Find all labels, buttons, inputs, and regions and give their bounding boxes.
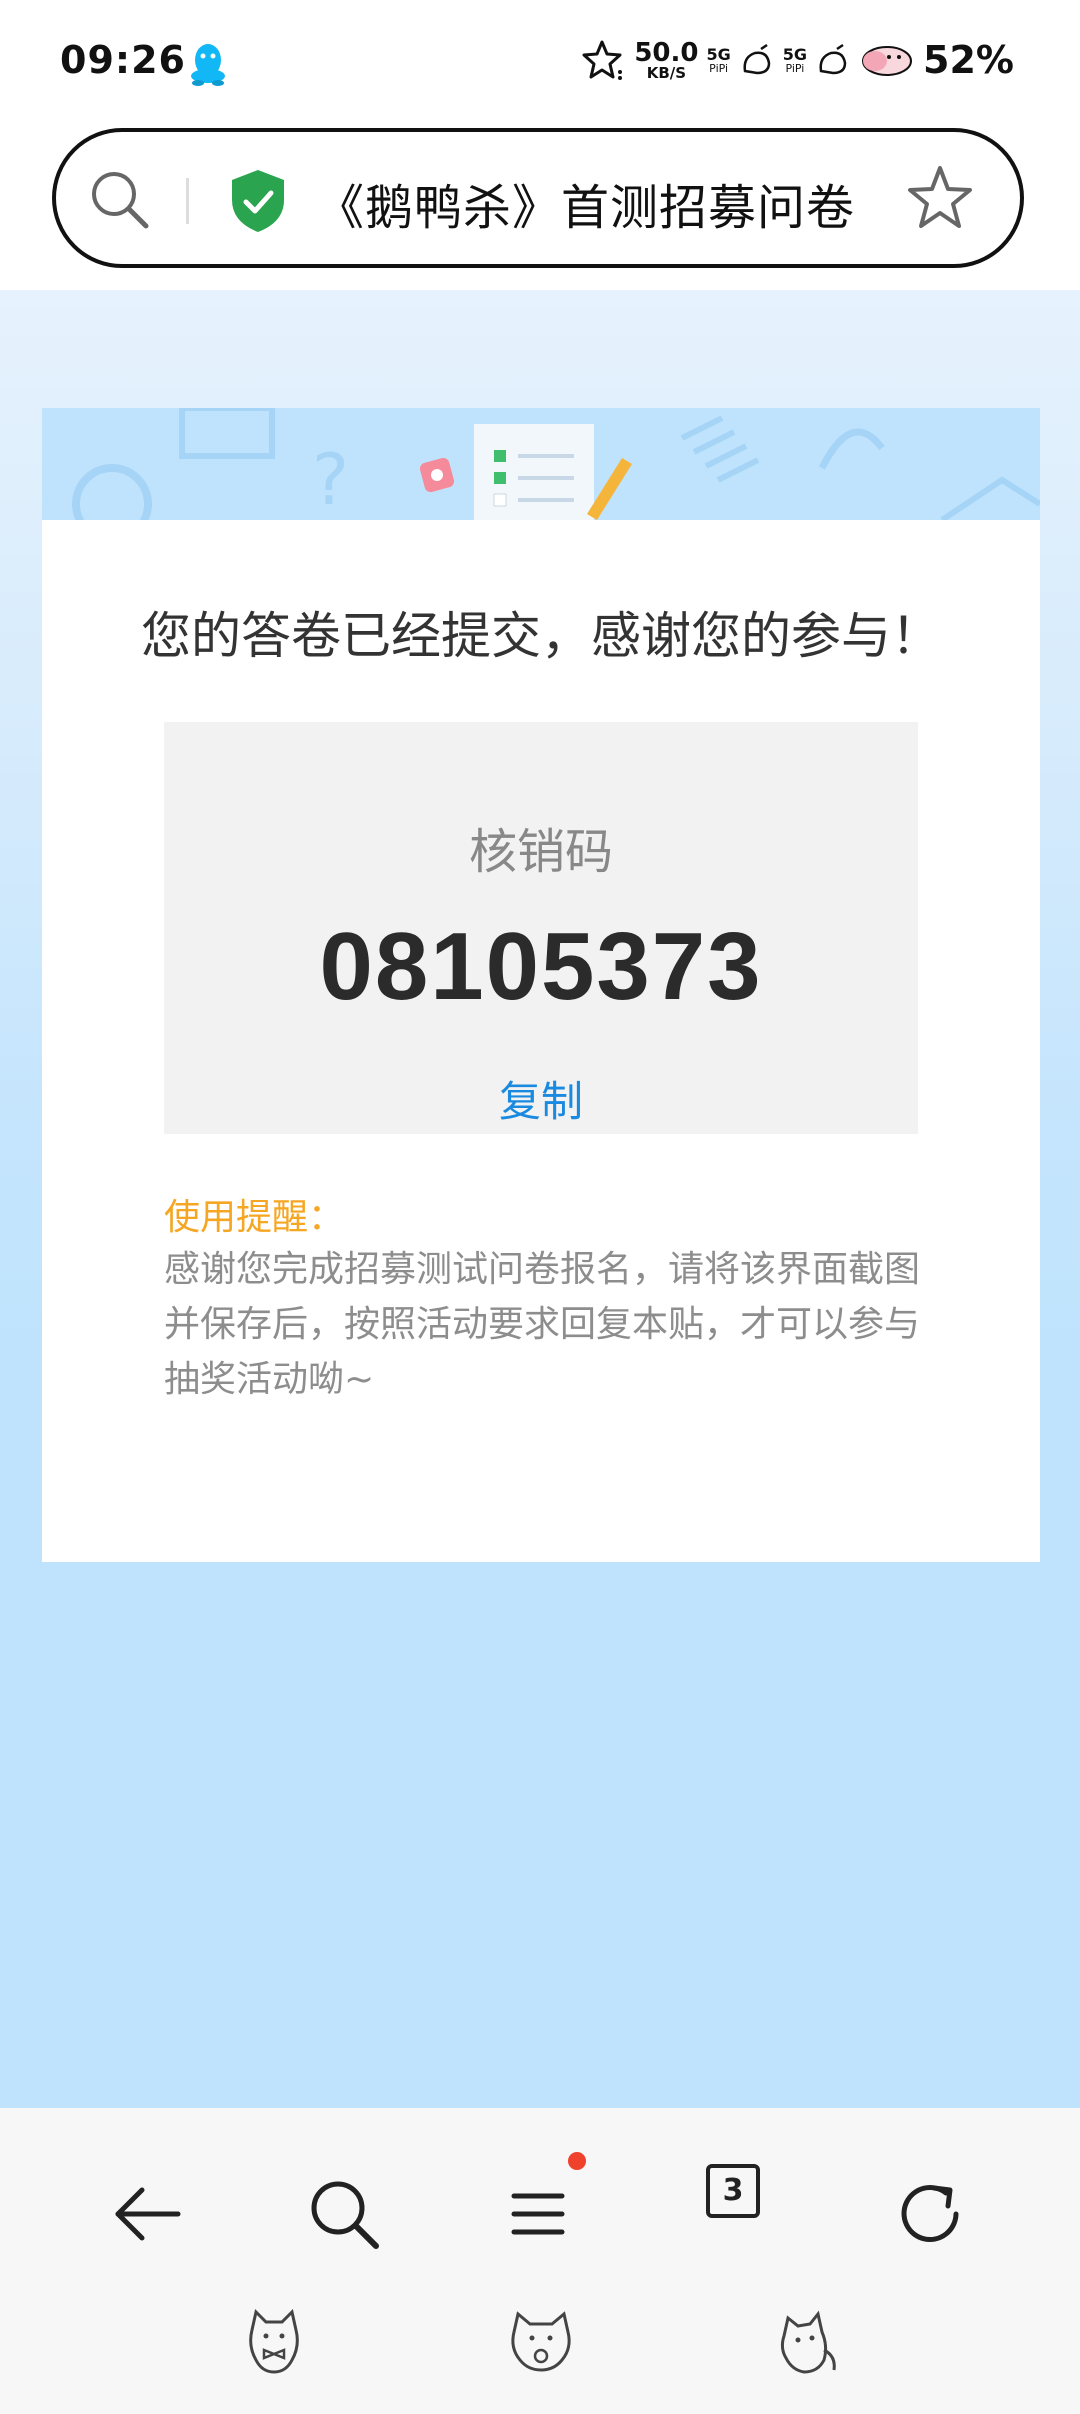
network-speed-unit: KB/S [646, 63, 687, 82]
signal-2-label: 5G [782, 44, 808, 64]
banner-illustration: ? [72, 408, 1040, 520]
search-button[interactable] [304, 2174, 384, 2254]
status-time: 09:26 [60, 38, 186, 82]
card-banner: ? [42, 408, 1040, 520]
menu-icon [511, 2193, 565, 2235]
qq-penguin-icon [191, 44, 225, 86]
back-button[interactable] [108, 2174, 188, 2254]
search-icon[interactable] [86, 166, 154, 234]
submission-thanks-message: 您的答卷已经提交，感谢您的参与！ [141, 607, 941, 665]
signal-1-label: 5G [706, 44, 731, 64]
tabs-button[interactable]: 3 [706, 2164, 760, 2218]
cat-flower-icon[interactable] [506, 2306, 576, 2376]
network-speed: 50.0 KB/S [634, 40, 698, 81]
usage-tip-body: 感谢您完成招募测试问卷报名，请将该界面截图并保存后，按照活动要求回复本贴，才可以… [164, 1249, 921, 1400]
network-speed-value: 50.0 [634, 37, 699, 68]
signal-2: 5G PiPi [782, 44, 808, 75]
cat-waving-icon[interactable] [774, 2306, 844, 2376]
search-nav-icon [311, 2181, 379, 2249]
favorite-star-icon[interactable] [904, 162, 976, 234]
svg-text:?: ? [312, 439, 349, 520]
battery-pig-icon [862, 46, 913, 76]
page-title[interactable]: 《鹅鸭杀》首测招募问卷 [316, 168, 855, 238]
result-card: ? 您的答卷已经提交，感谢您的参与！ 核销码 08105373 复制 使用提醒：… [42, 408, 1040, 1562]
refresh-icon [901, 2185, 959, 2242]
secure-shield-icon [232, 170, 284, 232]
battery-level: 52% [923, 38, 1014, 82]
verification-code-label: 核销码 [468, 824, 613, 880]
arrow-left-icon [115, 2187, 181, 2241]
status-bar: 09:26 50.0 KB/S 5G PiPi 5G PiPi 52% [0, 0, 1080, 128]
menu-notification-dot [568, 2152, 586, 2170]
address-bar-container: 《鹅鸭杀》首测招募问卷 [0, 128, 1080, 290]
status-indicators: 50.0 KB/S 5G PiPi 5G PiPi 52% [582, 38, 1014, 82]
address-divider [186, 178, 189, 224]
cat-bow-icon[interactable] [242, 2306, 306, 2376]
menu-button[interactable] [500, 2174, 580, 2254]
signal-1: 5G PiPi [706, 44, 731, 75]
copy-code-button[interactable]: 复制 [164, 1068, 918, 1129]
signal-bars-icon [743, 43, 771, 75]
refresh-button[interactable] [890, 2174, 970, 2254]
usage-tip-title: 使用提醒： [164, 1197, 345, 1238]
address-bar[interactable]: 《鹅鸭杀》首测招募问卷 [52, 128, 1024, 268]
signal-2-sub: PiPi [785, 61, 805, 75]
signal-1-sub: PiPi [709, 61, 729, 75]
bookmark-star-status-icon [582, 40, 623, 80]
verification-code-box: 核销码 08105373 复制 [164, 722, 918, 1134]
verification-code-value: 08105373 [319, 913, 763, 1020]
signal-bars-2-icon [819, 43, 847, 75]
